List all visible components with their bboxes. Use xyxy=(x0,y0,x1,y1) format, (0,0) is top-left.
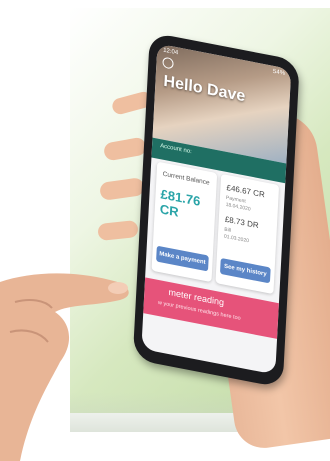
phone-screen: 12:04 54% Hello Dave Account no: Current… xyxy=(141,43,292,375)
status-battery: 54% xyxy=(272,68,286,78)
phone-body: 12:04 54% Hello Dave Account no: Current… xyxy=(132,32,300,389)
meter-subtitle: w your previous readings here too xyxy=(157,299,241,322)
smartphone: 12:04 54% Hello Dave Account no: Current… xyxy=(132,32,320,412)
txn-date: 18.04.2020 xyxy=(225,201,251,213)
see-history-button[interactable]: See my history xyxy=(219,257,271,284)
txn-type: Bill xyxy=(224,226,232,234)
balance-value: £81.76 CR xyxy=(159,186,201,220)
make-payment-button[interactable]: Make a payment xyxy=(156,245,209,272)
txn-date: 01.03.2020 xyxy=(223,233,250,245)
photo-scene: 12:04 54% Hello Dave Account no: Current… xyxy=(0,0,330,461)
transactions-card: £46.67 CR Payment 18.04.2020 £8.73 DR Bi… xyxy=(215,173,280,295)
balance-label: Current Balance xyxy=(162,170,210,187)
greeting: Hello Dave xyxy=(163,72,246,106)
left-hand xyxy=(0,273,129,461)
balance-card: Current Balance £81.76 CR Make a payment xyxy=(151,161,218,283)
